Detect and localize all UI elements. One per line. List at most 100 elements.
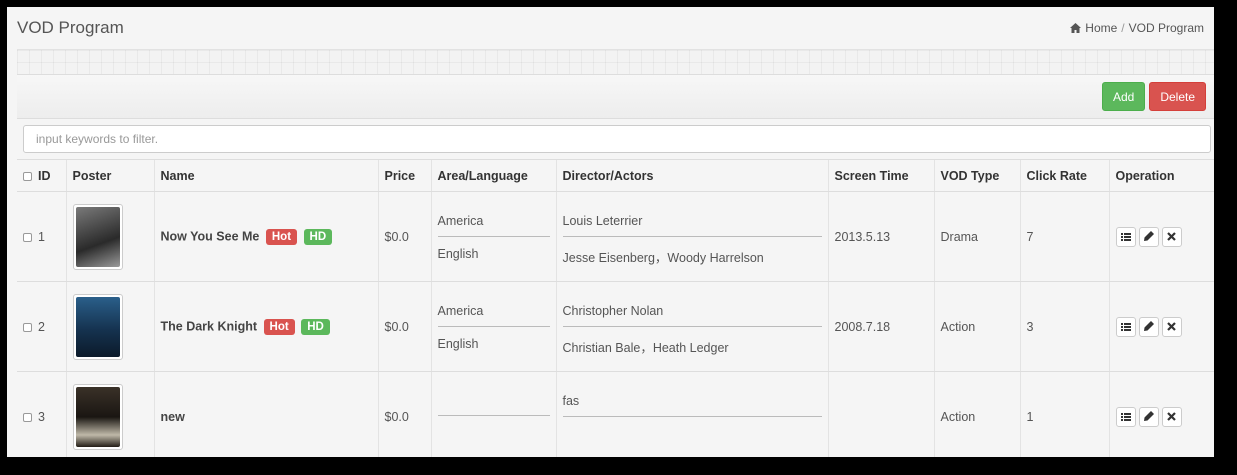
- breadcrumb: Home / VOD Program: [1070, 21, 1204, 35]
- name-cell: The Dark Knight Hot HD: [153, 281, 378, 372]
- close-icon: [1167, 320, 1176, 334]
- col-poster: Poster: [65, 159, 154, 192]
- language-text: English: [437, 337, 479, 351]
- edit-button[interactable]: [1138, 406, 1159, 427]
- col-name: Name: [153, 159, 378, 192]
- filter-input[interactable]: [23, 125, 1211, 153]
- details-button[interactable]: [1115, 406, 1136, 427]
- breadcrumb-home-link[interactable]: Home: [1085, 21, 1117, 35]
- toolbar: Add Delete: [17, 75, 1214, 119]
- name-cell: Now You See Me Hot HD: [153, 191, 378, 282]
- click-rate-cell: 1: [1019, 371, 1109, 457]
- director-actors-cell: Christopher Nolan Christian Bale，Heath L…: [555, 281, 828, 372]
- hot-badge: Hot: [265, 228, 298, 245]
- screen-time-cell: 2008.7.18: [827, 281, 934, 372]
- actors-text: Jesse Eisenberg，Woody Harrelson: [562, 250, 764, 265]
- col-id[interactable]: ID: [17, 159, 66, 192]
- details-button[interactable]: [1115, 226, 1136, 247]
- table-header-row: ID Poster Name Price Area/Language Direc…: [17, 159, 1214, 192]
- col-price: Price: [377, 159, 431, 192]
- remove-button[interactable]: [1161, 226, 1182, 247]
- program-name: Now You See Me: [160, 228, 260, 243]
- hot-badge: Hot: [263, 318, 295, 335]
- price-cell: $0.0: [377, 281, 431, 372]
- operation-cell: [1108, 191, 1214, 282]
- area-language-cell: [430, 371, 556, 457]
- list-icon: [1120, 230, 1131, 244]
- remove-button[interactable]: [1161, 316, 1182, 337]
- area-language-cell: America English: [430, 281, 556, 372]
- poster-image[interactable]: [72, 203, 123, 270]
- poster-cell: [65, 281, 154, 372]
- language-text: English: [437, 247, 479, 261]
- col-vod-type: VOD Type: [933, 159, 1020, 192]
- row-id-cell: 2: [17, 281, 66, 372]
- breadcrumb-current: VOD Program: [1128, 21, 1204, 35]
- page-header: VOD Program Home / VOD Program: [7, 7, 1214, 49]
- details-button[interactable]: [1115, 316, 1136, 337]
- pencil-icon: [1143, 410, 1154, 424]
- area-text: America: [437, 208, 550, 237]
- row-checkbox[interactable]: [23, 322, 32, 332]
- page-title: VOD Program: [17, 18, 124, 37]
- area-text: America: [437, 298, 550, 327]
- row-checkbox[interactable]: [23, 232, 32, 242]
- screen-time-cell: [827, 371, 934, 457]
- area-text: [437, 390, 550, 416]
- breadcrumb-separator: /: [1121, 21, 1125, 35]
- director-text: Christopher Nolan: [562, 298, 822, 327]
- program-name: new: [160, 409, 185, 424]
- vod-type-cell: Action: [933, 371, 1020, 457]
- pencil-icon: [1143, 230, 1154, 244]
- operation-cell: [1108, 281, 1214, 372]
- edit-button[interactable]: [1138, 226, 1159, 247]
- director-text: Louis Leterrier: [562, 208, 822, 237]
- poster-cell: [65, 371, 154, 457]
- filter-bar: [17, 119, 1214, 159]
- vod-program-window: VOD Program Home / VOD Program Add Delet…: [7, 7, 1214, 457]
- edit-button[interactable]: [1138, 316, 1159, 337]
- poster-cell: [65, 191, 154, 282]
- poster-image[interactable]: [72, 293, 123, 360]
- col-director-actors: Director/Actors: [555, 159, 828, 192]
- actors-text: Christian Bale，Heath Ledger: [562, 340, 729, 355]
- row-id-cell: 3: [17, 371, 66, 457]
- vod-type-cell: Action: [933, 281, 1020, 372]
- add-button[interactable]: Add: [1101, 82, 1146, 111]
- col-screen-time: Screen Time: [827, 159, 934, 192]
- language-text: [438, 416, 550, 444]
- price-cell: $0.0: [377, 191, 431, 282]
- poster-image[interactable]: [72, 383, 123, 450]
- click-rate-cell: 7: [1019, 191, 1109, 282]
- delete-button[interactable]: Delete: [1149, 82, 1206, 111]
- pencil-icon: [1143, 320, 1154, 334]
- table-row: 2 The Dark Knight Hot HD $0.0 America En…: [17, 281, 1214, 372]
- vod-table: ID Poster Name Price Area/Language Direc…: [17, 159, 1214, 457]
- select-all-checkbox[interactable]: [23, 171, 32, 181]
- remove-button[interactable]: [1161, 406, 1182, 427]
- screen-time-cell: 2013.5.13: [827, 191, 934, 282]
- grid-strip: [17, 49, 1214, 75]
- director-actors-cell: Louis Leterrier Jesse Eisenberg，Woody Ha…: [555, 191, 828, 282]
- vod-type-cell: Drama: [933, 191, 1020, 282]
- area-language-cell: America English: [430, 191, 556, 282]
- close-icon: [1167, 230, 1176, 244]
- row-id-cell: 1: [17, 191, 66, 282]
- price-cell: $0.0: [377, 371, 431, 457]
- row-checkbox[interactable]: [23, 412, 32, 422]
- director-text: fas: [562, 388, 822, 417]
- director-actors-cell: fas: [555, 371, 828, 457]
- col-operation: Operation: [1108, 159, 1214, 192]
- hd-badge: HD: [303, 228, 333, 245]
- col-click-rate: Click Rate: [1019, 159, 1109, 192]
- table-row: 3 new $0.0 fas Action 1: [17, 371, 1214, 457]
- list-icon: [1120, 320, 1131, 334]
- col-area-language: Area/Language: [430, 159, 556, 192]
- click-rate-cell: 3: [1019, 281, 1109, 372]
- close-icon: [1167, 410, 1176, 424]
- hd-badge: HD: [301, 318, 330, 335]
- home-icon[interactable]: [1070, 23, 1082, 33]
- table-row: 1 Now You See Me Hot HD $0.0 America Eng…: [17, 191, 1214, 282]
- operation-cell: [1108, 371, 1214, 457]
- actors-text: [563, 417, 822, 445]
